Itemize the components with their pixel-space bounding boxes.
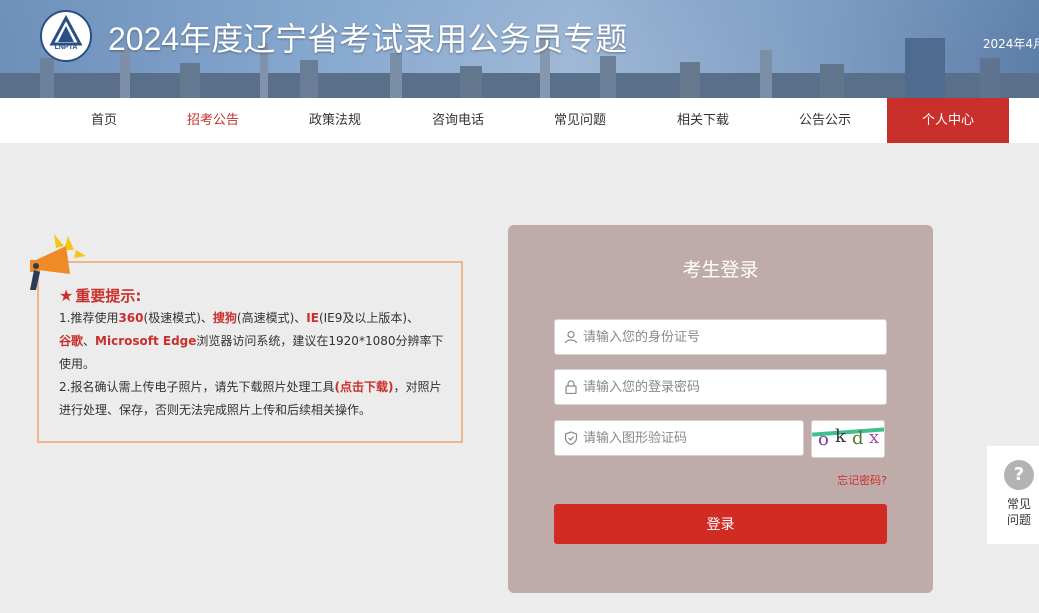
- megaphone-icon: [30, 234, 86, 290]
- main-nav: 首页 招考公告 政策法规 咨询电话 常见问题 相关下载 公告公示 个人中心: [0, 98, 1039, 143]
- captcha-image[interactable]: o k d x: [811, 420, 885, 458]
- login-title: 考生登录: [682, 259, 759, 281]
- password-input[interactable]: [583, 370, 878, 404]
- user-icon: [564, 330, 578, 344]
- question-icon: ?: [1004, 460, 1034, 490]
- nav-item-downloads[interactable]: 相关下载: [663, 98, 743, 143]
- download-tool-link[interactable]: (点击下载): [334, 380, 393, 394]
- important-notice: ★ 重要提示: 1.推荐使用360(极速模式)、搜狗(高速模式)、IE(IE9及以…: [37, 261, 463, 443]
- password-field: [554, 369, 887, 405]
- login-button[interactable]: 登录: [554, 504, 887, 544]
- nav-item-hotline[interactable]: 咨询电话: [418, 98, 498, 143]
- header-banner: LNPTA 2024年度辽宁省考试录用公务员专题 2024年4月: [0, 0, 1039, 98]
- id-number-field: [554, 319, 887, 355]
- forgot-password-link[interactable]: 忘记密码?: [837, 472, 887, 488]
- captcha-input[interactable]: [583, 421, 798, 455]
- lock-icon: [565, 380, 577, 394]
- id-number-input[interactable]: [583, 320, 878, 354]
- faq-float-button[interactable]: ? 常见 问题: [987, 446, 1039, 544]
- logo-emblem-icon: [49, 14, 83, 46]
- nav-item-announcements[interactable]: 招考公告: [173, 98, 253, 143]
- date-text: 2024年4月: [982, 37, 1039, 51]
- nav-item-home[interactable]: 首页: [64, 98, 144, 143]
- notice-body: 1.推荐使用360(极速模式)、搜狗(高速模式)、IE(IE9及以上版本)、 谷…: [59, 311, 444, 417]
- nav-item-notices[interactable]: 公告公示: [785, 98, 865, 143]
- captcha-field: [554, 420, 804, 456]
- nav-item-policies[interactable]: 政策法规: [295, 98, 375, 143]
- nav-item-personal-center[interactable]: 个人中心: [887, 98, 1009, 143]
- nav-item-faq[interactable]: 常见问题: [540, 98, 620, 143]
- site-title: 2024年度辽宁省考试录用公务员专题: [108, 21, 628, 57]
- login-panel: 考生登录 o k d x 忘记密码? 登录: [508, 225, 933, 593]
- logo-text: LNPTA: [54, 44, 78, 51]
- faq-float-label: 常见 问题: [1006, 497, 1031, 527]
- shield-icon: [564, 431, 578, 445]
- lnpta-logo: LNPTA: [40, 10, 92, 62]
